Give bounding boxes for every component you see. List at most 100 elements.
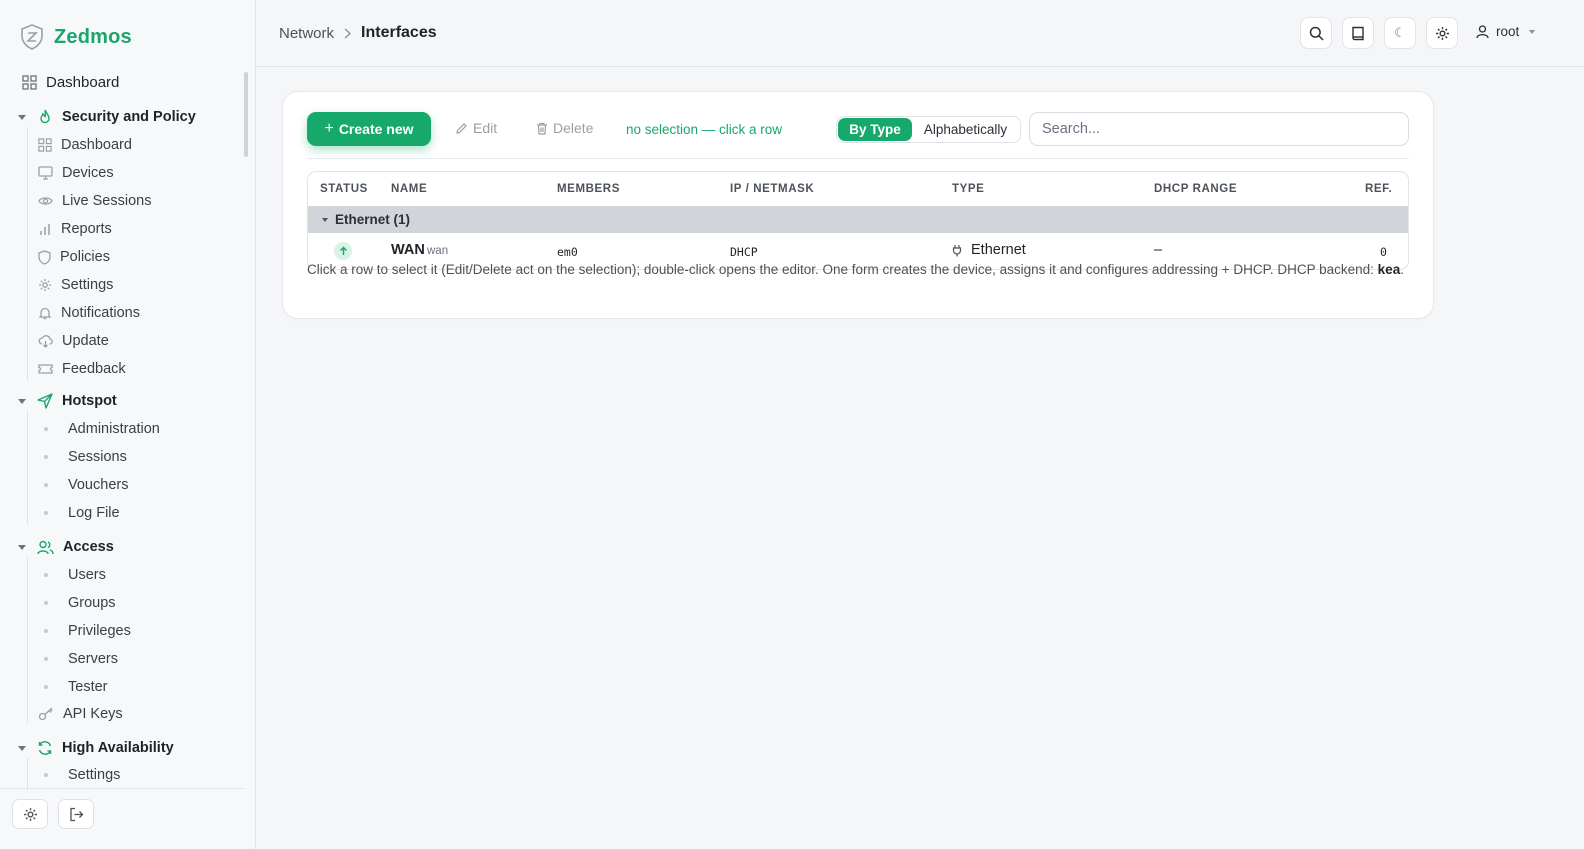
shield-icon [38,249,51,265]
interfaces-card: + Create new Edit Delete no selection — … [282,91,1434,319]
sidebar-scrollbar[interactable] [244,72,248,157]
bar-chart-icon [40,224,50,235]
column-header-members[interactable]: MEMBERS [557,183,620,195]
sidebar-item-reports[interactable]: Reports [38,221,112,237]
row-identifier: wan [427,245,449,257]
column-header-ip-netmask[interactable]: IP / NETMASK [730,183,814,195]
bullet-icon [44,511,48,515]
ticket-icon [38,364,53,374]
monitor-icon [38,166,53,180]
column-header-type[interactable]: TYPE [952,183,984,195]
section-security-and-policy[interactable]: Security and Policy [18,109,196,125]
sidebar-item-dashboard[interactable]: Dashboard [22,74,119,91]
sidebar-item-sp-dashboard[interactable]: Dashboard [38,137,132,153]
sidebar-item-feedback[interactable]: Feedback [38,361,126,377]
sidebar-item-label: Servers [68,651,118,667]
sidebar-item-label: Dashboard [61,137,132,153]
sidebar-item-live-sessions[interactable]: Live Sessions [38,193,151,209]
brand[interactable]: Zedmos [20,24,132,50]
section-high-availability[interactable]: High Availability [18,740,174,756]
sidebar-item-tester[interactable]: Tester [44,679,108,695]
sidebar-item-servers[interactable]: Servers [44,651,118,667]
sidebar-item-api-keys[interactable]: API Keys [38,706,123,722]
sidebar-item-sessions[interactable]: Sessions [44,449,127,465]
sort-alphabetically-option[interactable]: Alphabetically [912,122,1019,137]
sidebar-item-log-file[interactable]: Log File [44,505,120,521]
edit-label: Edit [473,120,498,136]
trash-icon [537,122,547,135]
chevron-down-icon [18,544,26,550]
sidebar-item-label: Sessions [68,449,127,465]
create-new-label: Create new [338,121,414,137]
create-new-button[interactable]: + Create new [307,112,431,146]
section-title: Hotspot [62,393,117,409]
column-header-ref[interactable]: REF. [1365,183,1392,195]
help-text-body: Click a row to select it (Edit/Delete ac… [307,262,1378,277]
caret-down-icon [1529,29,1536,34]
help-text-end: . [1400,262,1404,277]
sidebar-footer [0,788,246,849]
sidebar-item-label: Devices [62,165,114,181]
logout-button[interactable] [58,799,94,829]
docs-button[interactable] [1342,17,1374,49]
logout-icon [69,807,83,821]
bullet-icon [44,573,48,577]
sidebar-item-label: Settings [68,767,121,783]
sidebar-item-policies[interactable]: Policies [38,249,110,265]
sort-by-type-option[interactable]: By Type [838,118,912,141]
delete-label: Delete [553,120,594,136]
header-settings-button[interactable] [1426,17,1458,49]
sidebar-item-administration[interactable]: Administration [44,421,160,437]
top-header: Network Interfaces ☾ root [256,0,1584,67]
sidebar-item-groups[interactable]: Groups [44,595,116,611]
group-row-ethernet[interactable]: Ethernet (1) [308,206,1408,233]
search-button[interactable] [1300,17,1332,49]
column-header-dhcp-range[interactable]: DHCP RANGE [1154,183,1237,195]
bullet-icon [44,483,48,487]
page-title: Interfaces [361,24,437,41]
plus-icon: + [324,120,334,137]
sidebar-item-label: Notifications [61,305,140,321]
user-name: root [1496,24,1520,39]
delete-button[interactable]: Delete [536,120,593,136]
breadcrumb-network[interactable]: Network [279,25,334,42]
sidebar-nav: Dashboard Security and Policy Dashboard … [0,70,246,790]
gear-icon [39,279,51,291]
sidebar-item-devices[interactable]: Devices [38,165,114,181]
section-title: High Availability [62,740,174,756]
section-hotspot[interactable]: Hotspot [18,393,117,409]
sidebar-item-notifications[interactable]: Notifications [38,305,140,321]
moon-icon: ☾ [1394,25,1406,40]
key-icon [38,707,53,721]
user-menu[interactable]: root [1476,24,1536,39]
arrow-up-icon [339,246,347,255]
sidebar-item-vouchers[interactable]: Vouchers [44,477,128,493]
sidebar-item-settings[interactable]: Settings [38,277,113,293]
sort-toggle: By Type Alphabetically [836,116,1021,143]
tree-line [27,557,28,723]
column-header-name[interactable]: NAME [391,183,427,195]
status-up-indicator [334,242,352,260]
sidebar-item-update[interactable]: Update [38,333,109,349]
search-input[interactable] [1029,112,1409,146]
edit-button[interactable]: Edit [455,120,497,136]
interfaces-table: STATUS NAME MEMBERS IP / NETMASK TYPE DH… [307,171,1409,270]
sidebar-item-label: Feedback [62,361,126,377]
theme-toggle-button[interactable]: ☾ [1384,17,1416,49]
settings-button[interactable] [12,799,48,829]
bullet-icon [44,455,48,459]
sidebar-item-privileges[interactable]: Privileges [44,623,131,639]
sidebar-item-users[interactable]: Users [44,567,106,583]
divider [307,158,1409,159]
section-access[interactable]: Access [18,539,114,555]
gear-icon [23,807,37,821]
sidebar-item-label: Groups [68,595,116,611]
chevron-right-icon [344,28,351,38]
sidebar-item-label: Dashboard [46,74,120,91]
eye-icon [38,197,53,205]
chevron-down-icon [322,217,328,222]
column-header-status[interactable]: STATUS [320,183,368,195]
bell-icon [38,307,52,320]
pencil-icon [456,122,467,134]
sidebar-item-ha-settings[interactable]: Settings [44,767,120,783]
